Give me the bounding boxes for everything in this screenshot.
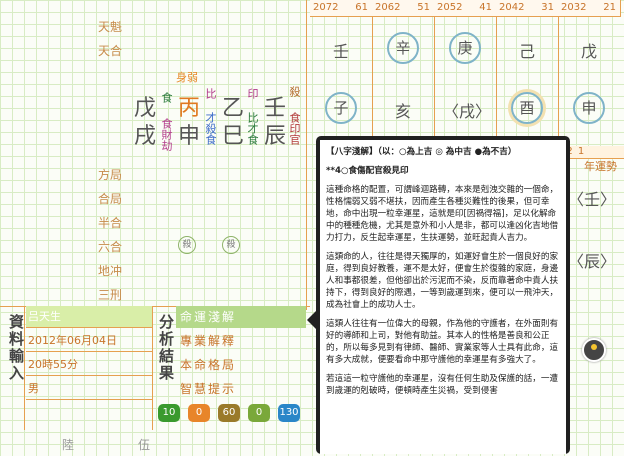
dayun-branch-3[interactable]: 〈戌〉 — [443, 98, 491, 122]
dayun-age-3: 41 — [479, 2, 492, 13]
score-badge-2: 0 — [188, 404, 210, 422]
popup-para-1: 這種命格的配置，可謂峰迴路轉，本來是剋洩交雜的一個命，性格懦弱又弱不堪扶，因而產… — [326, 185, 559, 243]
dayun-sep-4 — [558, 16, 559, 136]
name-field[interactable]: 吕天生 — [26, 306, 152, 328]
dayun-year-4: 2042 — [499, 2, 525, 13]
pillar-year-branch: 戌 — [134, 124, 157, 149]
pillar-month-god2: 才殺食 — [204, 112, 217, 145]
popup-para-2: 這類命的人，往往是得天獨厚的，如運好會生於一個良好的家庭，得到良好教養，運不是太… — [326, 252, 559, 310]
gender-field[interactable]: 男 — [26, 378, 152, 400]
dayun-cell-5: 2032 21 — [558, 0, 621, 17]
yin-yang-icon[interactable] — [582, 338, 606, 362]
dayun-age-4: 31 — [541, 2, 554, 13]
input-divider — [24, 306, 25, 430]
sha-mark-2: 殺 — [222, 236, 240, 254]
yin-yang-dot — [591, 344, 597, 350]
label-dichong: 地冲 — [98, 264, 123, 278]
pillar-year-god2: 食財劫 — [160, 118, 173, 151]
dayun-cell-3: 2052 41 — [434, 0, 497, 17]
bottom-label-5: 伍 — [138, 438, 151, 452]
pillar-year-god1: 食 — [160, 92, 173, 103]
pillar-day-god1: 印 — [246, 88, 259, 99]
dayun-stem-4[interactable]: 己 — [519, 38, 535, 62]
analysis-title: 分析結果 — [157, 314, 175, 382]
dayun-branch-4[interactable]: 酉 — [511, 92, 543, 124]
menu-wisdom[interactable]: 智慧提示 — [176, 378, 306, 400]
annual-age: 1 — [577, 146, 585, 157]
score-badge-1: 10 — [158, 404, 180, 422]
dayun-stem-3[interactable]: 庚 — [449, 32, 481, 64]
label-fangju: 方局 — [98, 168, 123, 182]
dayun-sep-1 — [372, 16, 373, 136]
dayun-stem-2[interactable]: 辛 — [387, 32, 419, 64]
birth-date-field[interactable]: 2012年06月04日 — [26, 330, 152, 352]
label-liuhe: 六合 — [98, 240, 123, 254]
dayun-age-2: 51 — [417, 2, 430, 13]
dayun-cell-2: 2062 51 — [372, 0, 435, 17]
label-tiankui: 天魁 — [98, 20, 123, 34]
dayun-stem-1[interactable]: 壬 — [333, 38, 349, 62]
birth-time-field[interactable]: 20時55分 — [26, 354, 152, 376]
pillar-hour-god1: 殺 — [288, 86, 301, 97]
popup-subtitle: **4○食傷配官殺見印 — [326, 166, 409, 176]
menu-destiny-brief[interactable]: 命運淺解 — [176, 306, 306, 328]
annual-label: 年運勢 — [584, 160, 617, 173]
score-badge-3: 60 — [218, 404, 240, 422]
popup-para-3: 這類人往往有一位偉大的母親，作為他的守護者，在外面則有好的導師和上司，對他有助益… — [326, 319, 559, 365]
dayun-sep-3 — [496, 16, 497, 136]
menu-professional[interactable]: 專業解釋 — [176, 330, 306, 352]
dayun-cell-1: 2072 61 — [310, 0, 373, 17]
annual-branch[interactable]: 〈辰〉 — [568, 248, 616, 272]
sha-mark-1: 殺 — [178, 236, 196, 254]
right-panel-border — [306, 0, 307, 310]
dayun-branch-5[interactable]: 申 — [573, 92, 605, 124]
popup-header: 【八字淺解】（以：○為上吉 ◎ 為中吉 ●為不吉） — [326, 147, 517, 157]
popup-para-4: 若這這一粒守護他的幸運星，沒有任何生助及保護的話，一遭到歲運的剋破時，便頓時產生… — [326, 374, 559, 396]
pillar-day-branch: 巳 — [222, 124, 245, 149]
dayun-branch-2[interactable]: 亥 — [395, 98, 411, 122]
dayun-year-1: 2072 — [313, 2, 339, 13]
pillar-day-god2: 比才食 — [246, 112, 259, 145]
label-heju: 合局 — [98, 192, 123, 206]
dayun-year-5: 2032 — [561, 2, 587, 13]
label-tianhe: 天合 — [98, 44, 123, 58]
label-banhe: 半合 — [98, 216, 123, 230]
annual-stem[interactable]: 〈壬〉 — [568, 186, 616, 210]
dayun-age-5: 21 — [603, 2, 616, 13]
analysis-divider — [152, 306, 153, 430]
body-weak-label: 身弱 — [176, 71, 198, 84]
pillar-hour-god2: 食印官 — [288, 112, 301, 145]
score-badge-5: 130 — [278, 404, 300, 422]
label-sanxing: 三刑 — [98, 288, 123, 302]
dayun-year-2: 2062 — [375, 2, 401, 13]
dayun-age-1: 61 — [355, 2, 368, 13]
popup-content[interactable]: 【八字淺解】（以：○為上吉 ◎ 為中吉 ●為不吉） **4○食傷配官殺見印 這種… — [320, 140, 566, 454]
pillar-month-branch: 申 — [178, 124, 201, 149]
dayun-branch-1[interactable]: 子 — [325, 92, 357, 124]
menu-pattern[interactable]: 本命格局 — [176, 354, 306, 376]
score-badge-4: 0 — [248, 404, 270, 422]
dayun-sep-2 — [434, 16, 435, 136]
dayun-cell-4: 2042 31 — [496, 0, 559, 17]
dayun-stem-5[interactable]: 戊 — [581, 38, 597, 62]
bottom-label-6: 陸 — [62, 438, 75, 452]
analysis-popup: 【八字淺解】（以：○為上吉 ◎ 為中吉 ●為不吉） **4○食傷配官殺見印 這種… — [316, 136, 570, 454]
dayun-year-3: 2052 — [437, 2, 463, 13]
pillar-hour-branch: 辰 — [264, 124, 287, 149]
pillar-month-god1: 比 — [204, 88, 217, 99]
